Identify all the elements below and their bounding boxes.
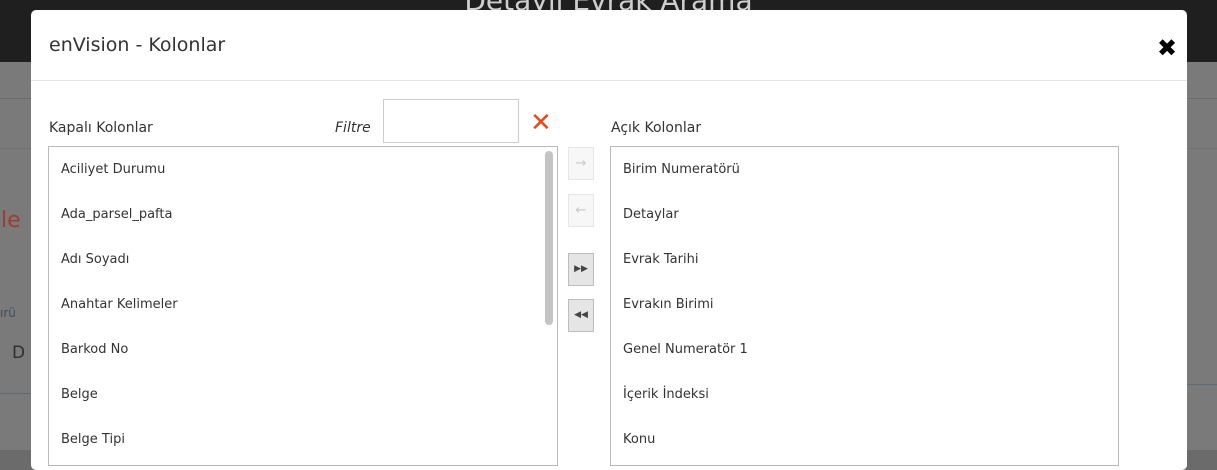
modal-title: enVision - Kolonlar	[49, 34, 226, 56]
move-all-right-button[interactable]: ▶▶	[568, 253, 594, 286]
list-item[interactable]: Genel Numeratör 1	[611, 327, 1118, 372]
close-icon[interactable]: ✖	[1157, 36, 1177, 60]
list-item[interactable]: Ada_parsel_pafta	[49, 192, 557, 237]
clear-filter-icon[interactable]: ✕	[530, 110, 552, 136]
open-columns-label: Açık Kolonlar	[611, 120, 702, 136]
list-item[interactable]: İçerik İndeksi	[611, 372, 1118, 417]
list-item[interactable]: Anahtar Kelimeler	[49, 282, 557, 327]
list-item[interactable]: Belge Tipi	[49, 417, 557, 462]
move-left-button[interactable]: ←	[568, 194, 594, 227]
background-small-text: ırü	[0, 306, 16, 320]
list-item[interactable]: Detaylar	[611, 192, 1118, 237]
columns-modal: enVision - Kolonlar Kapalı Kolonlar Filt…	[31, 10, 1187, 470]
scrollbar[interactable]	[545, 151, 553, 325]
list-item[interactable]: Evrakın Birimi	[611, 282, 1118, 327]
modal-header: enVision - Kolonlar	[31, 10, 1187, 81]
list-item[interactable]: Adı Soyadı	[49, 237, 557, 282]
background-letter: D	[12, 343, 26, 363]
background-line	[0, 393, 30, 394]
list-item[interactable]: Aciliyet Durumu	[49, 147, 557, 192]
background-red-text: le	[1, 208, 21, 233]
list-item[interactable]: Birim Numeratörü	[611, 147, 1118, 192]
filter-label: Filtre	[335, 120, 371, 136]
list-item[interactable]: Konu	[611, 417, 1118, 462]
background-line	[1187, 384, 1217, 385]
list-item[interactable]: Barkod No	[49, 327, 557, 372]
list-item[interactable]: Evrak Tarihi	[611, 237, 1118, 282]
list-item[interactable]: Belge	[49, 372, 557, 417]
open-columns-list[interactable]: Birim Numeratörü Detaylar Evrak Tarihi E…	[610, 146, 1119, 466]
move-all-left-button[interactable]: ◀◀	[568, 299, 594, 332]
closed-columns-label: Kapalı Kolonlar	[49, 120, 153, 136]
closed-columns-list[interactable]: Aciliyet Durumu Ada_parsel_pafta Adı Soy…	[48, 146, 558, 466]
filter-input[interactable]	[383, 99, 519, 143]
move-right-button[interactable]: →	[568, 147, 594, 180]
